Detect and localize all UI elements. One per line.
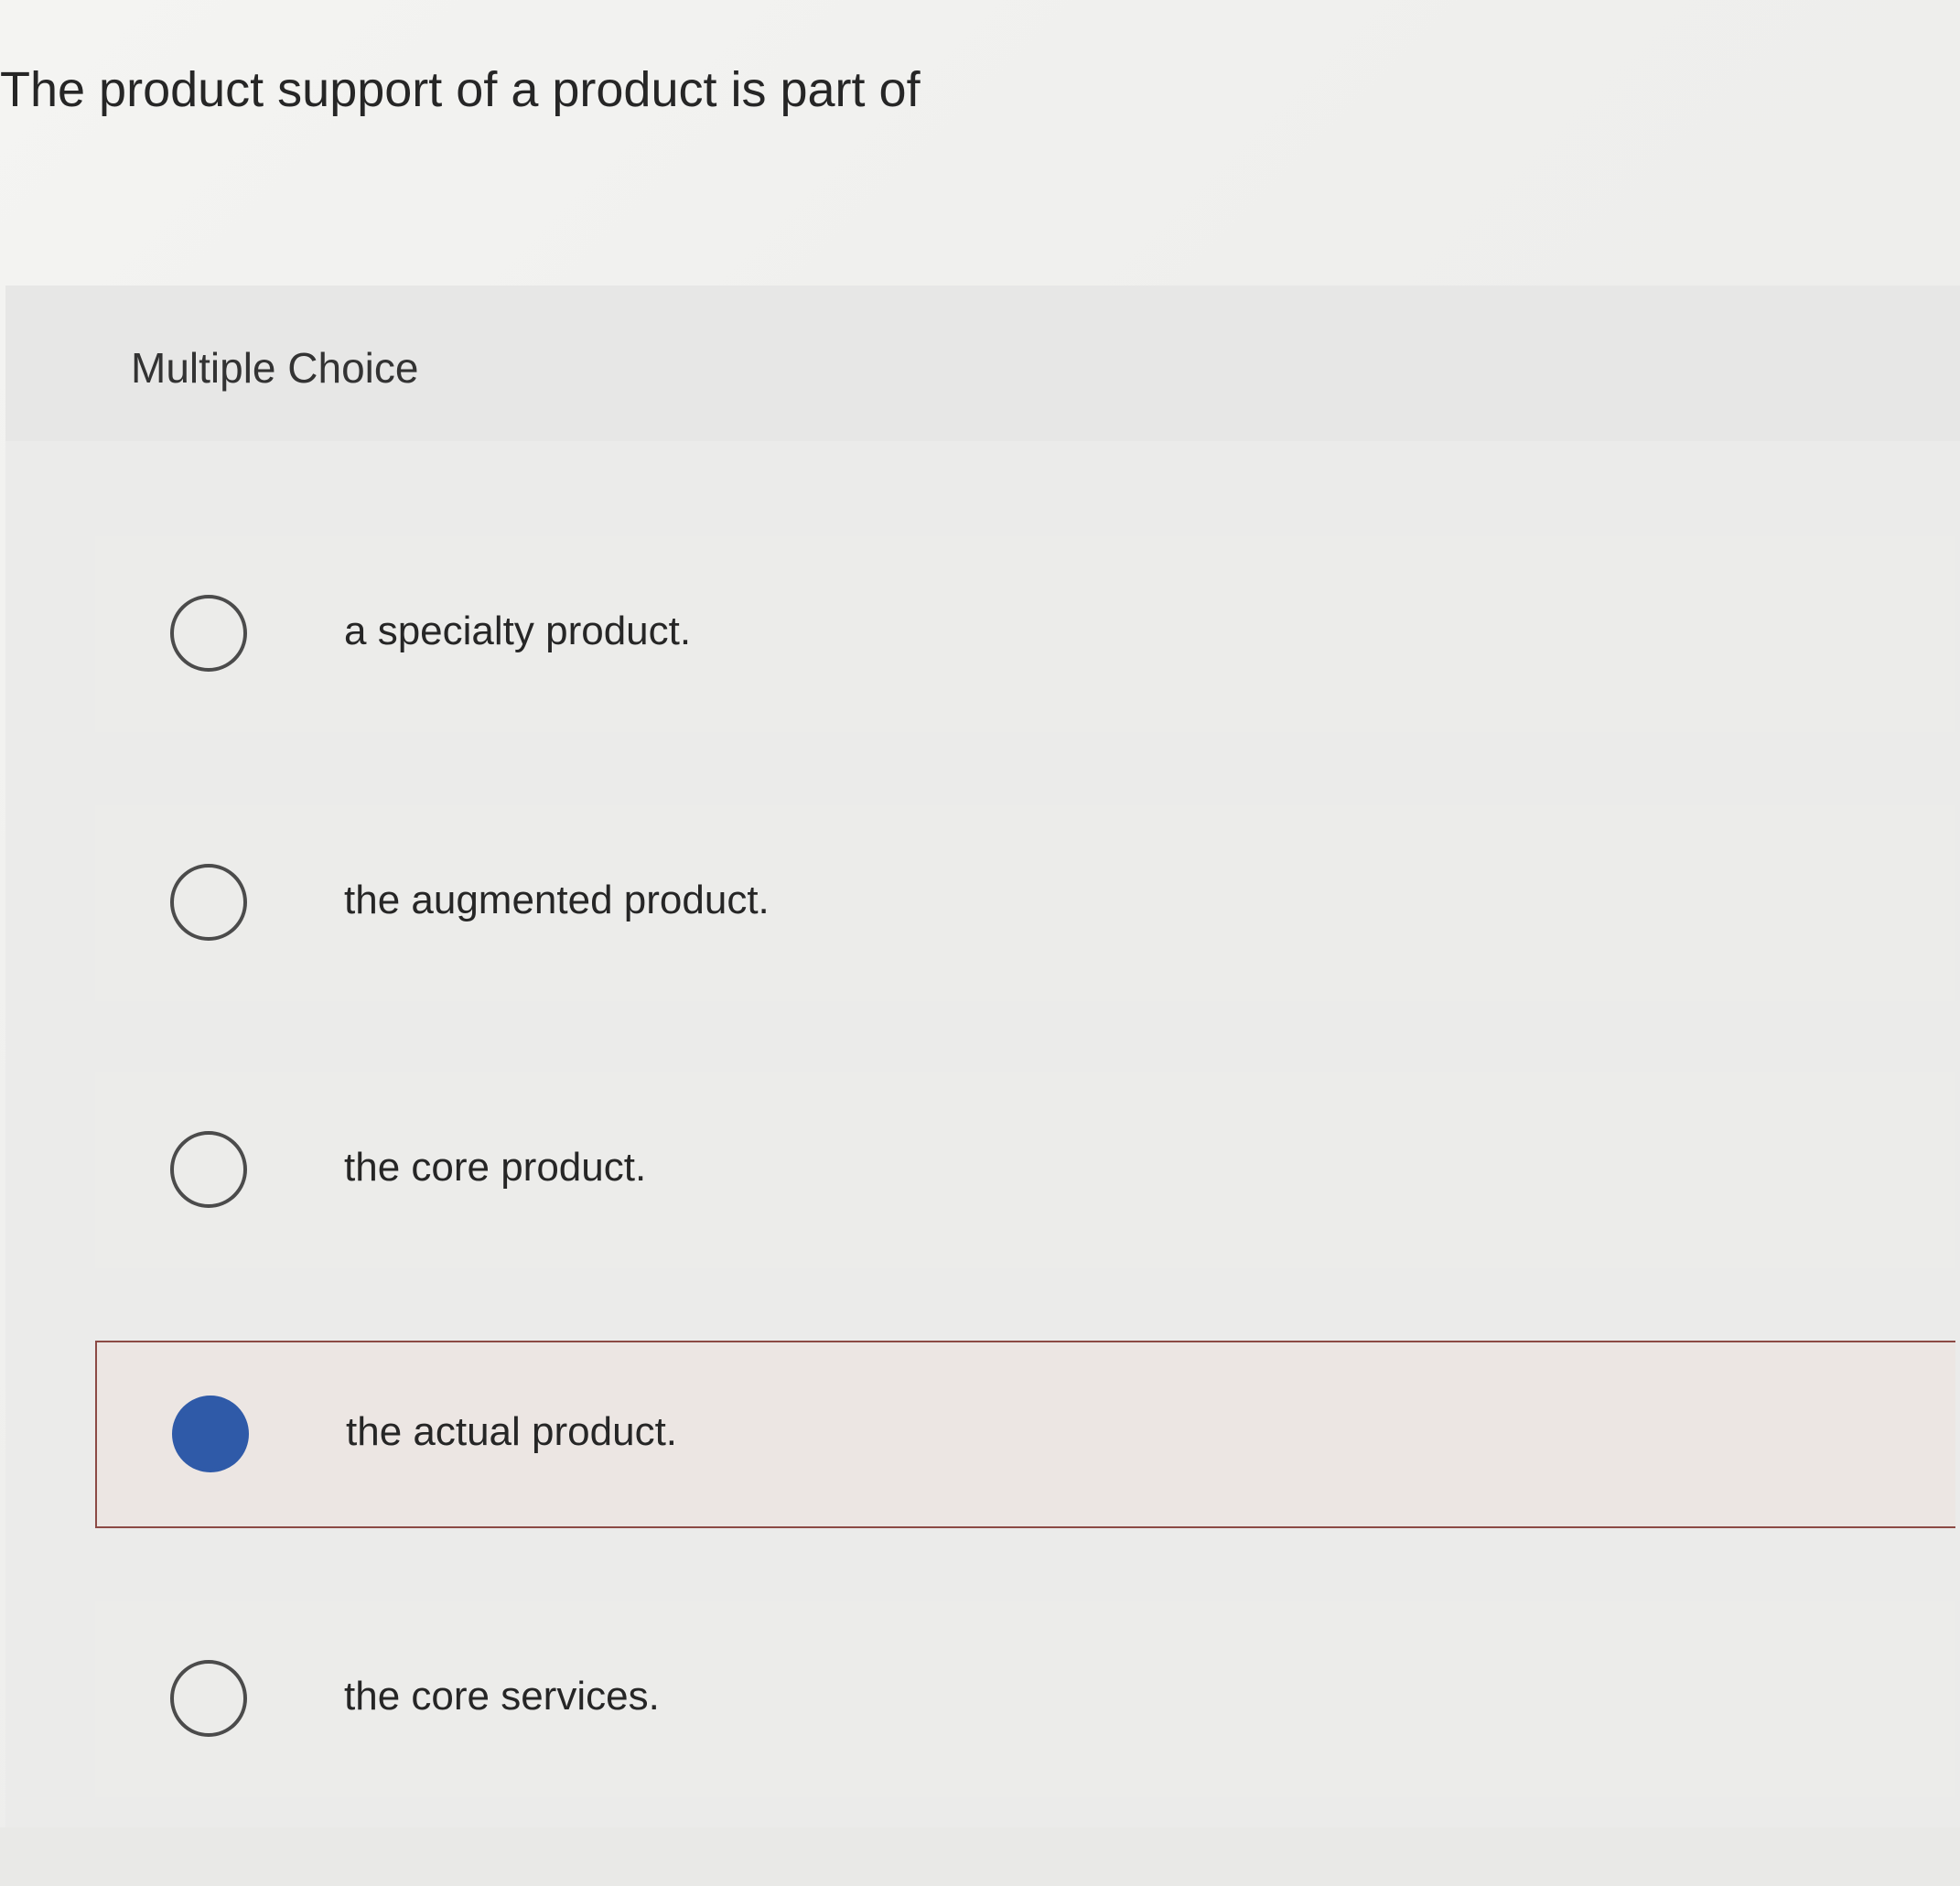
answer-option-label: the actual product. <box>346 1409 678 1454</box>
card-header: Multiple Choice <box>5 286 1960 441</box>
answer-option-1[interactable]: a specialty product. <box>95 536 1955 732</box>
answer-option-4[interactable]: the actual product. <box>95 1341 1955 1528</box>
question-text: The product support of a product is part… <box>0 62 921 117</box>
radio-button-icon[interactable] <box>170 1131 247 1208</box>
radio-button-icon[interactable] <box>170 595 247 672</box>
answer-option-5[interactable]: the core services. <box>95 1601 1955 1797</box>
answer-option-label: the core services. <box>344 1674 660 1719</box>
radio-button-icon[interactable] <box>170 1660 247 1737</box>
answer-option-label: the augmented product. <box>344 878 770 922</box>
radio-button-icon[interactable] <box>170 864 247 941</box>
answer-option-3[interactable]: the core product. <box>95 1072 1955 1268</box>
page-bottom-strip <box>0 1827 1960 1886</box>
question-type-label: Multiple Choice <box>131 344 419 392</box>
answer-option-2[interactable]: the augmented product. <box>95 805 1955 1001</box>
radio-button-selected-icon[interactable] <box>172 1396 249 1472</box>
answer-option-label: the core product. <box>344 1145 647 1190</box>
answer-option-label: a specialty product. <box>344 609 692 653</box>
